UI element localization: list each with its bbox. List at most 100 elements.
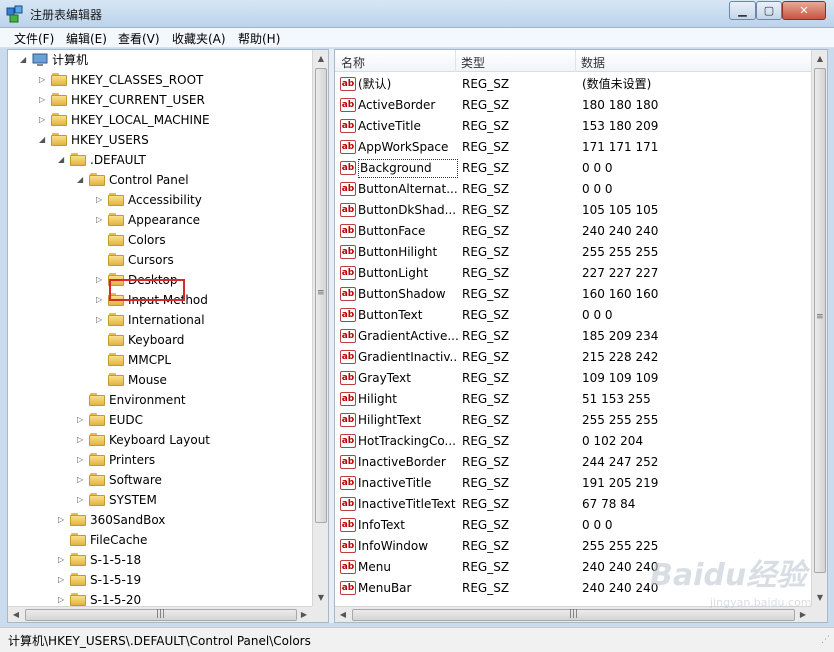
value-row[interactable]: ab AppWorkSpace REG_SZ 171 171 171 xyxy=(335,137,811,158)
tree-node-label[interactable]: Accessibility xyxy=(128,190,202,210)
tree-node[interactable]: ▷ Printers xyxy=(8,450,308,470)
value-name[interactable]: HilightText xyxy=(358,410,458,431)
tree-node-label[interactable]: 计算机 xyxy=(52,50,88,70)
maximize-button[interactable]: ▢ xyxy=(756,1,782,20)
tree-node[interactable]: MMCPL xyxy=(8,350,308,370)
value-name[interactable]: InactiveBorder xyxy=(358,452,458,473)
tree-node-label[interactable]: HKEY_CURRENT_USER xyxy=(71,90,205,110)
tree-node[interactable]: ▷ EUDC xyxy=(8,410,308,430)
value-name[interactable]: InfoText xyxy=(358,515,458,536)
value-row[interactable]: ab InactiveTitleText REG_SZ 67 78 84 xyxy=(335,494,811,515)
expand-arrow-icon[interactable]: ▷ xyxy=(77,470,86,490)
tree-node[interactable]: FileCache xyxy=(8,530,308,550)
menu-help[interactable]: 帮助(H) xyxy=(236,30,282,47)
value-name[interactable]: ButtonFace xyxy=(358,221,458,242)
tree-node[interactable]: Colors xyxy=(8,230,308,250)
tree-node[interactable]: ◢ Control Panel xyxy=(8,170,308,190)
expand-arrow-icon[interactable]: ▷ xyxy=(96,210,105,230)
value-row[interactable]: ab ButtonText REG_SZ 0 0 0 xyxy=(335,305,811,326)
tree-node-label[interactable]: EUDC xyxy=(109,410,143,430)
tree-node[interactable]: ▷ Keyboard Layout xyxy=(8,430,308,450)
tree-node[interactable]: ▷ Software xyxy=(8,470,308,490)
value-row[interactable]: ab GrayText REG_SZ 109 109 109 xyxy=(335,368,811,389)
tree-node-label[interactable]: .DEFAULT xyxy=(90,150,146,170)
tree-node[interactable]: Cursors xyxy=(8,250,308,270)
value-row[interactable]: ab ActiveTitle REG_SZ 153 180 209 xyxy=(335,116,811,137)
minimize-button[interactable]: ▁ xyxy=(729,1,756,20)
tree-node[interactable]: Mouse xyxy=(8,370,308,390)
tree-node-label[interactable]: Keyboard xyxy=(128,330,184,350)
list-vertical-scrollbar[interactable]: ▲ ≡ ▼ xyxy=(811,50,827,606)
value-row[interactable]: ab Hilight REG_SZ 51 153 255 xyxy=(335,389,811,410)
value-name[interactable]: ButtonText xyxy=(358,305,458,326)
menu-view[interactable]: 查看(V) xyxy=(116,30,162,47)
value-row[interactable]: ab (默认) REG_SZ (数值未设置) xyxy=(335,74,811,95)
expand-arrow-icon[interactable]: ▷ xyxy=(39,110,48,130)
tree-node-label[interactable]: Cursors xyxy=(128,250,174,270)
tree-node[interactable]: ▷ Appearance xyxy=(8,210,308,230)
collapse-arrow-icon[interactable]: ◢ xyxy=(39,130,48,150)
tree-node[interactable]: ▷ S-1-5-19 xyxy=(8,570,308,590)
value-name[interactable]: ButtonAlternat... xyxy=(358,179,458,200)
value-name[interactable]: GrayText xyxy=(358,368,458,389)
tree-horizontal-scrollbar[interactable]: ◀ ||| ▶ xyxy=(8,606,312,622)
expand-arrow-icon[interactable]: ▷ xyxy=(77,450,86,470)
value-name[interactable]: InactiveTitle xyxy=(358,473,458,494)
value-name[interactable]: ButtonDkShad... xyxy=(358,200,458,221)
value-row[interactable]: ab GradientActive... REG_SZ 185 209 234 xyxy=(335,326,811,347)
tree-node-label[interactable]: MMCPL xyxy=(128,350,171,370)
expand-arrow-icon[interactable]: ▷ xyxy=(96,190,105,210)
expand-arrow-icon[interactable]: ▷ xyxy=(77,410,86,430)
scroll-up-icon[interactable]: ▲ xyxy=(313,50,328,67)
menu-file[interactable]: 文件(F) xyxy=(12,30,56,47)
value-name[interactable]: GradientActive... xyxy=(358,326,458,347)
collapse-arrow-icon[interactable]: ◢ xyxy=(58,150,67,170)
expand-arrow-icon[interactable]: ▷ xyxy=(58,570,67,590)
tree-node-label[interactable]: Environment xyxy=(109,390,186,410)
value-row[interactable]: ab InfoText REG_SZ 0 0 0 xyxy=(335,515,811,536)
expand-arrow-icon[interactable]: ▷ xyxy=(58,510,67,530)
collapse-arrow-icon[interactable]: ◢ xyxy=(20,50,29,70)
value-name[interactable]: ActiveBorder xyxy=(358,95,458,116)
tree-node-label[interactable]: Keyboard Layout xyxy=(109,430,210,450)
value-row[interactable]: ab HotTrackingCo... REG_SZ 0 102 204 xyxy=(335,431,811,452)
value-name[interactable]: GradientInactiv... xyxy=(358,347,458,368)
expand-arrow-icon[interactable]: ▷ xyxy=(58,550,67,570)
value-name[interactable]: Background xyxy=(358,159,458,178)
value-row[interactable]: ab ButtonShadow REG_SZ 160 160 160 xyxy=(335,284,811,305)
close-button[interactable]: ✕ xyxy=(782,1,826,20)
menu-edit[interactable]: 编辑(E) xyxy=(64,30,109,47)
value-name[interactable]: (默认) xyxy=(358,74,458,95)
tree-node-label[interactable]: Printers xyxy=(109,450,155,470)
expand-arrow-icon[interactable]: ▷ xyxy=(77,490,86,510)
expand-arrow-icon[interactable]: ▷ xyxy=(96,270,105,290)
tree-node-label[interactable]: International xyxy=(128,310,205,330)
scroll-left-icon[interactable]: ◀ xyxy=(8,607,24,622)
tree-node[interactable]: ▷ HKEY_CURRENT_USER xyxy=(8,90,308,110)
value-row[interactable]: ab ButtonAlternat... REG_SZ 0 0 0 xyxy=(335,179,811,200)
tree-node-label[interactable]: Control Panel xyxy=(109,170,189,190)
value-row[interactable]: ab ButtonDkShad... REG_SZ 105 105 105 xyxy=(335,200,811,221)
expand-arrow-icon[interactable]: ▷ xyxy=(77,430,86,450)
tree-node-label[interactable]: S-1-5-18 xyxy=(90,550,141,570)
scroll-right-icon[interactable]: ▶ xyxy=(296,607,312,622)
tree-node-label[interactable]: S-1-5-19 xyxy=(90,570,141,590)
value-row[interactable]: ab GradientInactiv... REG_SZ 215 228 242 xyxy=(335,347,811,368)
value-name[interactable]: InfoWindow xyxy=(358,536,458,557)
value-name[interactable]: InactiveTitleText xyxy=(358,494,458,515)
value-row[interactable]: ab ButtonLight REG_SZ 227 227 227 xyxy=(335,263,811,284)
value-name[interactable]: MenuBar xyxy=(358,578,458,599)
value-name[interactable]: Hilight xyxy=(358,389,458,410)
tree-node[interactable]: ◢ 计算机 xyxy=(8,50,308,70)
tree-node[interactable]: ◢ HKEY_USERS xyxy=(8,130,308,150)
tree-node-label[interactable]: HKEY_USERS xyxy=(71,130,149,150)
tree-node-label[interactable]: Appearance xyxy=(128,210,200,230)
tree-node-label[interactable]: Software xyxy=(109,470,162,490)
expand-arrow-icon[interactable]: ▷ xyxy=(39,70,48,90)
tree-node-label[interactable]: HKEY_LOCAL_MACHINE xyxy=(71,110,210,130)
value-name[interactable]: HotTrackingCo... xyxy=(358,431,458,452)
tree-node-label[interactable]: Mouse xyxy=(128,370,167,390)
column-divider[interactable] xyxy=(575,50,576,72)
tree-node[interactable]: Keyboard xyxy=(8,330,308,350)
value-row[interactable]: ab HilightText REG_SZ 255 255 255 xyxy=(335,410,811,431)
